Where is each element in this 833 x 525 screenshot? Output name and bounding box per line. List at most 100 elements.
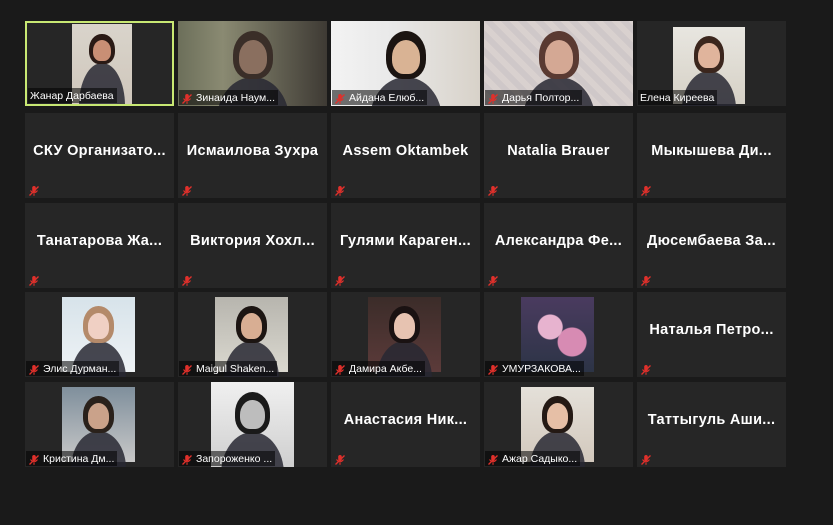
muted-mic-icon	[487, 453, 499, 465]
participant-name-large: Мыкышева Ди...	[651, 143, 772, 159]
muted-mic-icon	[28, 184, 40, 196]
participant-label-bar	[179, 272, 196, 287]
participant-tile[interactable]: Дамира Акбе...	[331, 292, 480, 377]
participant-name-large: Таттыгуль Аши...	[647, 412, 776, 428]
participant-tile[interactable]: Зинаида Наум...	[178, 21, 327, 106]
person-face	[238, 39, 267, 74]
person-face	[240, 312, 263, 339]
participant-name-label: Ажар Садыко...	[502, 452, 578, 465]
participant-tile[interactable]: Кристина Дм...	[25, 382, 174, 467]
participant-name-large: Александра Фе...	[494, 233, 623, 249]
participant-name-label: УМУРЗАКОВА...	[502, 362, 581, 375]
participant-label-bar: Кристина Дм...	[26, 451, 118, 466]
muted-mic-icon	[181, 363, 193, 375]
participant-tile[interactable]: Айдана Елюб...	[331, 21, 480, 106]
participant-tile[interactable]: Танатарова Жа...	[25, 203, 174, 288]
muted-mic-icon	[181, 92, 193, 104]
participant-label-bar	[26, 182, 43, 197]
participant-name-label: Запороженко ...	[196, 452, 273, 465]
muted-mic-icon	[640, 453, 652, 465]
muted-mic-icon	[28, 274, 40, 286]
participant-label-bar	[332, 272, 349, 287]
participant-tile[interactable]: Мыкышева Ди...	[637, 113, 786, 198]
muted-mic-icon	[487, 363, 499, 375]
participant-label-bar: Дарья Полтор...	[485, 90, 583, 105]
participant-gallery: Жанар Дарбаева Зинаида Наум... Айдана Елюб…	[0, 0, 833, 525]
person-face	[240, 399, 265, 430]
participant-tile[interactable]: Виктория Хохл...	[178, 203, 327, 288]
muted-mic-icon	[334, 274, 346, 286]
participant-label-bar: Дамира Акбе...	[332, 361, 425, 376]
participant-name-label: Элис Дурман...	[43, 362, 117, 375]
participant-tile[interactable]: Дюсембаева За...	[637, 203, 786, 288]
participant-tile[interactable]: Исмаилова Зухра	[178, 113, 327, 198]
participant-tile[interactable]: Assem Oktambek	[331, 113, 480, 198]
participant-label-bar: Айдана Елюб...	[332, 90, 428, 105]
participant-name-large: СКУ Организато...	[33, 143, 166, 159]
participant-label-bar: Ажар Садыко...	[485, 451, 581, 466]
participant-label-bar: Maigul Shaken...	[179, 361, 278, 376]
muted-mic-icon	[487, 92, 499, 104]
muted-mic-icon	[28, 453, 40, 465]
participant-tile[interactable]: Жанар Дарбаева	[25, 21, 174, 106]
participant-name-label: Айдана Елюб...	[349, 91, 425, 104]
person-face	[546, 402, 569, 429]
participant-name-label: Жанар Дарбаева	[30, 89, 114, 102]
participant-name-label: Кристина Дм...	[43, 452, 115, 465]
participant-label-bar	[638, 361, 655, 376]
muted-mic-icon	[640, 184, 652, 196]
participant-label-bar	[179, 182, 196, 197]
participant-label-bar	[26, 272, 43, 287]
participant-name-large: Танатарова Жа...	[36, 233, 163, 249]
participant-tile[interactable]: СКУ Организато...	[25, 113, 174, 198]
participant-name-large: Анастасия Ник...	[343, 412, 468, 428]
muted-mic-icon	[334, 92, 346, 104]
participant-label-bar: Жанар Дарбаева	[28, 88, 117, 103]
muted-mic-icon	[181, 453, 193, 465]
muted-mic-icon	[334, 453, 346, 465]
participant-name-large: Assem Oktambek	[342, 143, 469, 159]
person-face	[87, 312, 110, 339]
participant-name-label: Дамира Акбе...	[349, 362, 422, 375]
muted-mic-icon	[28, 363, 40, 375]
participant-name-large: Natalia Brauer	[507, 143, 610, 159]
participant-label-bar: Елена Киреева	[638, 90, 718, 105]
participant-label-bar: УМУРЗАКОВА...	[485, 361, 584, 376]
participant-tile[interactable]: Natalia Brauer	[484, 113, 633, 198]
participant-name-label: Елена Киреева	[640, 91, 715, 104]
participant-label-bar	[485, 182, 502, 197]
participant-label-bar	[485, 272, 502, 287]
muted-mic-icon	[334, 184, 346, 196]
participant-tile[interactable]: Ажар Садыко...	[484, 382, 633, 467]
muted-mic-icon	[487, 274, 499, 286]
participant-tile[interactable]: Анастасия Ник...	[331, 382, 480, 467]
participant-label-bar	[332, 451, 349, 466]
participant-tile[interactable]: Maigul Shaken...	[178, 292, 327, 377]
participant-label-bar	[638, 182, 655, 197]
person-face	[87, 402, 110, 429]
participant-name-large: Гулями Караген...	[340, 233, 471, 249]
participant-tile[interactable]: Наталья Петро...	[637, 292, 786, 377]
participant-name-label: Дарья Полтор...	[502, 91, 580, 104]
participant-name-large: Виктория Хохл...	[190, 233, 315, 249]
participant-tile[interactable]: Таттыгуль Аши...	[637, 382, 786, 467]
participant-tile[interactable]: Элис Дурман...	[25, 292, 174, 377]
person-face	[391, 39, 420, 74]
participant-name-large: Наталья Петро...	[649, 322, 774, 338]
participant-tile[interactable]: Елена Киреева	[637, 21, 786, 106]
person-face	[544, 39, 573, 74]
person-face	[93, 39, 111, 62]
participant-tile[interactable]: УМУРЗАКОВА...	[484, 292, 633, 377]
participant-name-large: Исмаилова Зухра	[186, 143, 319, 159]
participant-tile[interactable]: Гулями Караген...	[331, 203, 480, 288]
muted-mic-icon	[640, 274, 652, 286]
participant-tile[interactable]: Александра Фе...	[484, 203, 633, 288]
muted-mic-icon	[640, 363, 652, 375]
participant-label-bar	[638, 451, 655, 466]
muted-mic-icon	[487, 184, 499, 196]
participant-tile[interactable]: Дарья Полтор...	[484, 21, 633, 106]
participant-tile[interactable]: Запороженко ...	[178, 382, 327, 467]
person-face	[698, 42, 720, 69]
participant-label-bar	[332, 182, 349, 197]
person-face	[393, 312, 416, 339]
